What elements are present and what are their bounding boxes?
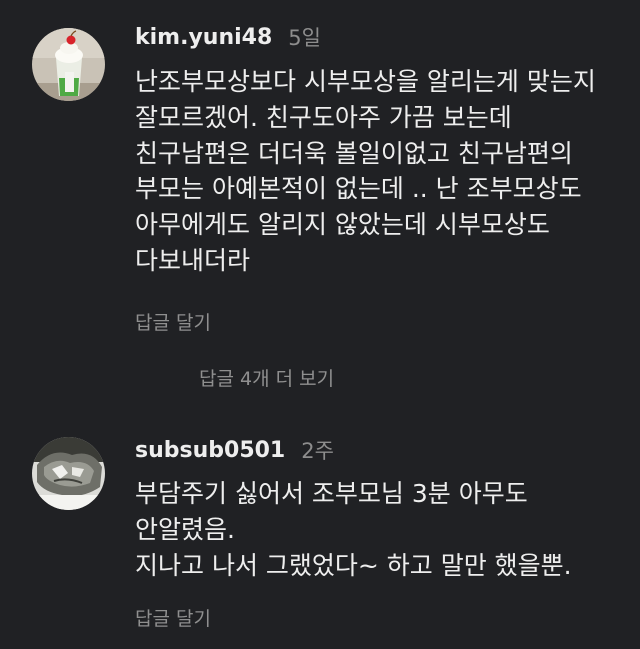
comment-line: 부담주기 싫어서 조부모님 3분 아무도 (135, 479, 528, 508)
comment-item: kim.yuni48 5일 난조부모상보다 시부모상을 알리는게 맞는지 잘모르… (0, 0, 640, 400)
user-avatar[interactable] (32, 28, 105, 101)
reply-button[interactable]: 답글 달기 (135, 604, 211, 631)
comment-line: 아무에게도 알리지 않았는데 시부모상도 (135, 210, 550, 240)
comment-line: 부모는 아예본적이 없는데 .. 난 조부모상도 (135, 174, 582, 204)
view-more-replies-button[interactable]: 답글 4개 더 보기 (199, 364, 334, 391)
sculpture-photo-avatar-icon (32, 437, 105, 510)
comment-line: 친구남편은 더더욱 볼일이없고 친구남편의 (135, 138, 573, 168)
timestamp: 5일 (288, 26, 321, 50)
comment-header: subsub0501 2주 (135, 435, 334, 465)
comment-line: 안알렸음. (135, 514, 235, 544)
comment-body: 부담주기 싫어서 조부모님 3분 아무도 안알렸음. 지나고 나서 그랬었다~ … (135, 476, 635, 583)
comment-header: kim.yuni48 5일 (135, 22, 321, 52)
user-avatar[interactable] (32, 437, 105, 510)
comment-line: 다보내더라 (135, 245, 251, 275)
comment-line: 잘모르겠어. 친구도아주 가끔 보는데 (135, 102, 512, 132)
timestamp: 2주 (301, 439, 334, 463)
drink-photo-avatar-icon (32, 28, 105, 101)
username[interactable]: subsub0501 (135, 438, 285, 463)
username[interactable]: kim.yuni48 (135, 25, 272, 50)
comment-line: 지나고 나서 그랬었다~ 하고 말만 했을뿐. (135, 550, 572, 580)
comment-item: subsub0501 2주 부담주기 싫어서 조부모님 3분 아무도 안알렸음.… (0, 420, 640, 649)
comment-body: 난조부모상보다 시부모상을 알리는게 맞는지 잘모르겠어. 친구도아주 가끔 보… (135, 64, 635, 279)
comment-line: 난조부모상보다 시부모상을 알리는게 맞는지 (135, 67, 596, 96)
reply-button[interactable]: 답글 달기 (135, 308, 211, 335)
